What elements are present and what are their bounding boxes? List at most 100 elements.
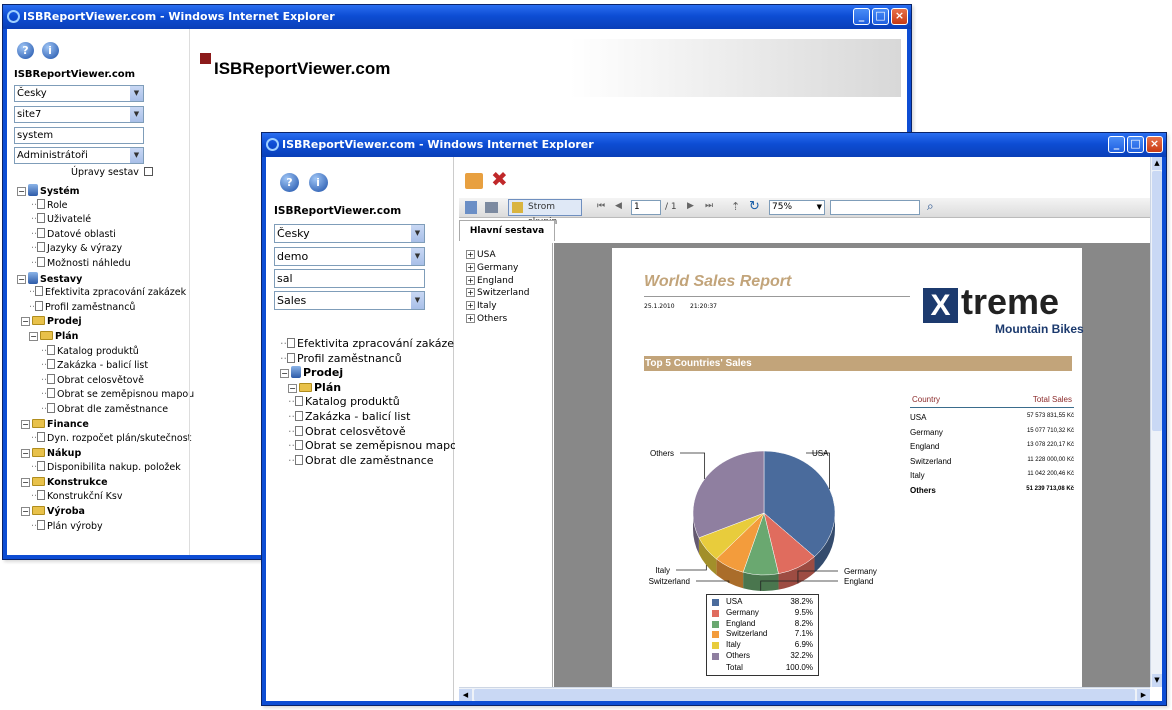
collapse-toggle-icon[interactable]: −: [288, 383, 297, 393]
tree-item[interactable]: ·· Plán výroby: [17, 519, 194, 535]
tree-item[interactable]: ·· Uživatelé: [17, 213, 194, 228]
group-tree-item[interactable]: + Switzerland: [466, 287, 530, 300]
tree-item[interactable]: − Nákup: [17, 447, 194, 462]
export-doc-icon[interactable]: [465, 201, 477, 214]
expand-icon[interactable]: +: [466, 262, 475, 272]
group-tree-item[interactable]: + Germany: [466, 262, 530, 275]
help-icon[interactable]: ?: [280, 173, 299, 192]
tree-item[interactable]: ·· Jazyky & výrazy: [17, 242, 194, 257]
tree-item[interactable]: ·· Obrat celosvětově: [17, 373, 194, 389]
tree-item[interactable]: ·· Obrat dle zaměstnance: [17, 402, 194, 418]
expand-icon[interactable]: +: [466, 250, 475, 259]
vertical-scrollbar[interactable]: ▲ ▼: [1150, 157, 1162, 687]
horizontal-scroll-thumb[interactable]: [474, 689, 1135, 701]
legend-total-value: 100.0%: [785, 662, 813, 672]
info-icon[interactable]: i: [308, 173, 328, 192]
search-input[interactable]: [830, 200, 920, 215]
tree-item-label: Obrat celosvětově: [305, 424, 406, 438]
table-cell-sales: 11 228 000,00 Kč: [1027, 456, 1074, 463]
tree-item[interactable]: ·· Efektivita zpracování zakázek: [280, 335, 464, 350]
tree-item[interactable]: ·· Katalog produktů: [280, 393, 464, 408]
minimize-button[interactable]: _: [853, 8, 870, 25]
site-select[interactable]: site7 ▼: [14, 106, 144, 123]
tree-item[interactable]: − Prodej: [17, 315, 194, 330]
prev-page-icon[interactable]: ◀: [615, 201, 622, 211]
language-select[interactable]: Česky ▼: [14, 85, 144, 102]
collapse-toggle-icon[interactable]: −: [21, 477, 30, 487]
tree-item[interactable]: ·· Katalog produktů: [17, 344, 194, 360]
expand-icon[interactable]: +: [466, 275, 475, 285]
close-button[interactable]: ×: [891, 8, 908, 25]
maximize-button[interactable]: □: [872, 8, 889, 25]
group-tree-toggle-button[interactable]: Strom skupin: [508, 199, 582, 227]
group-tree-item[interactable]: + Italy: [466, 300, 530, 313]
tree-item[interactable]: ·· Obrat se zeměpisnou mapou: [280, 437, 464, 452]
tree-item[interactable]: − Prodej: [280, 364, 464, 379]
collapse-toggle-icon[interactable]: −: [21, 419, 30, 429]
edit-reports-checkbox[interactable]: [143, 167, 153, 176]
collapse-toggle-icon[interactable]: −: [17, 187, 26, 196]
tree-item[interactable]: ·· Datové oblasti: [17, 227, 194, 243]
expand-icon[interactable]: +: [466, 301, 475, 311]
print-icon[interactable]: [485, 202, 498, 213]
tree-item[interactable]: ·· Dyn. rozpočet plán/skutečnost: [17, 432, 194, 447]
tab-main-report[interactable]: Hlavní sestava: [459, 220, 555, 241]
tree-item[interactable]: ·· Možnosti náhledu: [17, 256, 194, 272]
user-input[interactable]: sal: [274, 269, 425, 288]
vertical-scroll-thumb[interactable]: [1152, 171, 1162, 431]
collapse-toggle-icon[interactable]: −: [17, 274, 26, 284]
tree-item[interactable]: − Finance: [17, 418, 194, 433]
tree-item[interactable]: − Výroba: [17, 505, 194, 520]
tree-item[interactable]: ·· Konstrukční Ksv: [17, 490, 194, 505]
collapse-toggle-icon[interactable]: −: [29, 331, 38, 341]
tree-item[interactable]: ·· Role: [17, 198, 194, 214]
tree-item[interactable]: − Systém: [17, 184, 194, 199]
tree-item[interactable]: − Plán: [17, 330, 194, 345]
maximize-button[interactable]: □: [1127, 136, 1144, 153]
page-number-input[interactable]: 1: [631, 200, 661, 215]
tree-item[interactable]: − Konstrukce: [17, 476, 194, 491]
site-select[interactable]: demo ▼: [274, 247, 425, 266]
info-icon[interactable]: i: [41, 42, 59, 59]
role-select[interactable]: Sales ▼: [274, 291, 425, 310]
user-input[interactable]: system: [14, 127, 144, 144]
tree-item[interactable]: ·· Disponibilita nakup. položek: [17, 461, 194, 476]
minimize-button[interactable]: _: [1108, 136, 1125, 153]
collapse-toggle-icon[interactable]: −: [21, 317, 30, 327]
export-icon[interactable]: [465, 173, 483, 189]
collapse-toggle-icon[interactable]: −: [21, 448, 30, 458]
first-page-icon[interactable]: ⏮: [597, 201, 605, 211]
next-page-icon[interactable]: ▶: [687, 201, 694, 211]
tree-item[interactable]: ·· Efektivita zpracování zakázek: [17, 286, 194, 301]
tree-item[interactable]: ·· Obrat celosvětově: [280, 423, 464, 438]
tree-item[interactable]: − Sestavy: [17, 271, 194, 287]
close-report-icon[interactable]: ✖: [491, 169, 508, 189]
front-window-titlebar[interactable]: ISBReportViewer.com - Windows Internet E…: [262, 133, 1166, 157]
group-tree-item[interactable]: + England: [466, 275, 530, 288]
language-select[interactable]: Česky ▼: [274, 224, 425, 243]
drill-up-icon[interactable]: ⇡: [731, 200, 740, 213]
tree-item[interactable]: ·· Obrat dle zaměstnance: [280, 452, 464, 467]
tree-item[interactable]: ·· Zakázka - balicí list: [17, 359, 194, 374]
collapse-toggle-icon[interactable]: −: [280, 369, 289, 379]
help-icon[interactable]: ?: [17, 42, 34, 59]
role-select[interactable]: Administrátoři ▼: [14, 147, 144, 164]
tree-item[interactable]: ·· Profil zaměstnanců: [280, 350, 464, 365]
edit-reports-checkbox-row[interactable]: Úpravy sestav: [71, 167, 153, 178]
group-tree-item[interactable]: + Others: [466, 313, 530, 326]
zoom-select[interactable]: 75% ▼: [769, 200, 825, 215]
tree-item[interactable]: ·· Obrat se zeměpisnou mapou: [17, 388, 194, 403]
tree-item[interactable]: − Plán: [280, 379, 464, 394]
expand-icon[interactable]: +: [466, 313, 475, 323]
tree-item[interactable]: ·· Profil zaměstnanců: [17, 300, 194, 316]
horizontal-scrollbar[interactable]: ◀ ▶: [459, 687, 1150, 701]
group-tree-item[interactable]: + USA: [466, 249, 530, 262]
last-page-icon[interactable]: ⏭: [705, 201, 713, 211]
refresh-icon[interactable]: ↻: [749, 199, 760, 214]
expand-icon[interactable]: +: [466, 288, 475, 298]
close-button[interactable]: ×: [1146, 136, 1163, 153]
back-window-titlebar[interactable]: ISBReportViewer.com - Windows Internet E…: [3, 5, 911, 29]
collapse-toggle-icon[interactable]: −: [21, 507, 30, 517]
tree-item[interactable]: ·· Zakázka - balicí list: [280, 408, 464, 423]
search-binoculars-icon[interactable]: ⌕: [927, 199, 934, 214]
